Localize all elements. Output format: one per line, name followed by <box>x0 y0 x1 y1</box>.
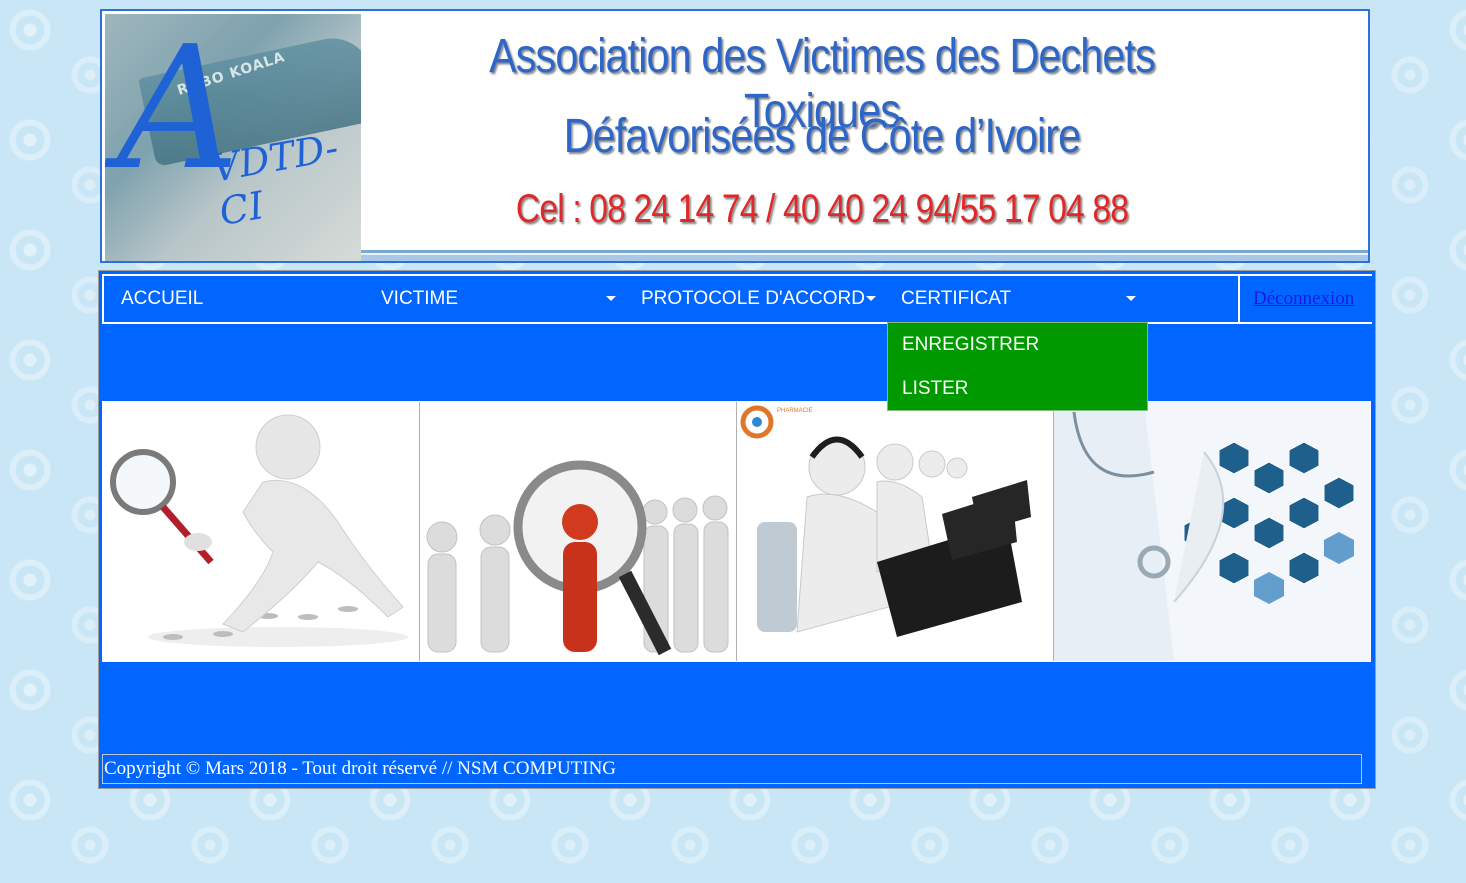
logout-cell: Déconnexion <box>1240 276 1372 322</box>
nav-protocole[interactable]: PROTOCOLE D'ACCORD <box>641 276 881 322</box>
call-center-image: PHARMACIE <box>737 402 1054 661</box>
nav-label: CERTIFICAT <box>901 288 1012 309</box>
nav-label: VICTIME <box>381 288 459 309</box>
nav-accueil[interactable]: ACCUEIL <box>121 276 361 322</box>
banner-phone: Cel : 08 24 14 74 / 40 40 24 94/55 17 04… <box>515 187 1129 231</box>
nav-label: PROTOCOLE D'ACCORD <box>641 288 865 309</box>
page-container: ROBO KOALA A VDTD-CI Association des Vic… <box>98 9 1376 789</box>
main-frame: ACCUEIL VICTIME PROTOCOLE D'ACCORD CERTI… <box>98 270 1376 789</box>
avdtd-logo: ROBO KOALA A VDTD-CI <box>105 14 361 261</box>
people-search-image <box>420 402 737 661</box>
magnifier-man-image <box>103 402 420 661</box>
nav-certificat[interactable]: CERTIFICAT <box>901 276 1141 322</box>
medical-icons-image <box>1054 402 1370 661</box>
nav-label: ACCUEIL <box>121 288 204 309</box>
menu-item-enregistrer[interactable]: ENREGISTRER <box>902 334 1039 356</box>
banner-title-line2: Défavorisées de Côte d’Ivoire <box>563 110 1081 163</box>
banner-stripe <box>361 247 1368 261</box>
caret-down-icon <box>1126 296 1136 301</box>
certificat-dropdown-menu: ENREGISTRER LISTER <box>887 322 1148 411</box>
logout-link[interactable]: Déconnexion <box>1253 288 1354 310</box>
copyright-text: Copyright © Mars 2018 - Tout droit réser… <box>104 758 617 779</box>
svg-text:PHARMACIE: PHARMACIE <box>777 408 813 414</box>
header-banner: ROBO KOALA A VDTD-CI Association des Vic… <box>100 9 1370 263</box>
footer: Copyright © Mars 2018 - Tout droit réser… <box>102 754 1362 784</box>
menu-item-lister[interactable]: LISTER <box>902 378 969 400</box>
caret-down-icon <box>606 296 616 301</box>
main-nav: ACCUEIL VICTIME PROTOCOLE D'ACCORD CERTI… <box>102 274 1372 324</box>
caret-down-icon <box>866 296 876 301</box>
nav-victime[interactable]: VICTIME <box>381 276 621 322</box>
image-gallery: PHARMACIE <box>102 401 1371 662</box>
